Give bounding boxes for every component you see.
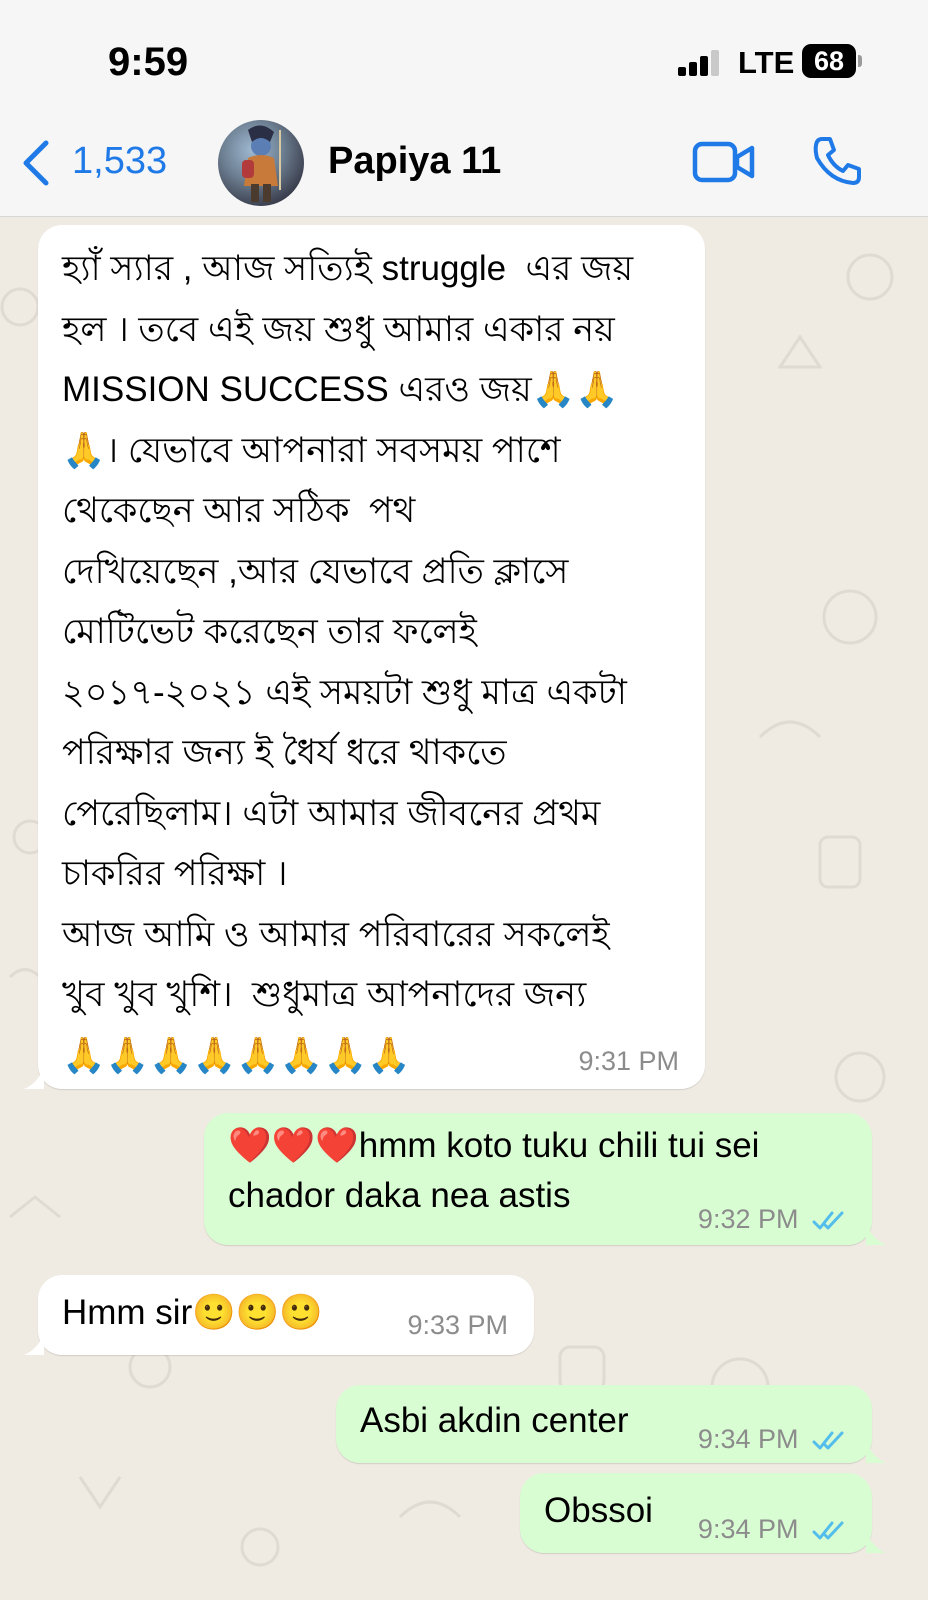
- read-receipt-icon: [812, 1431, 844, 1450]
- message-text: Obssoi: [544, 1491, 653, 1530]
- battery-level: 68: [813, 46, 845, 76]
- incoming-message-bubble[interactable]: Hmm sir🙂🙂🙂 9:33 PM: [24, 1275, 534, 1355]
- voice-call-icon[interactable]: [810, 134, 864, 188]
- outgoing-message-bubble[interactable]: Obssoi 9:34 PM: [520, 1473, 886, 1553]
- bubble-tail: [866, 1531, 886, 1553]
- message-time: 9:32 PM: [697, 1204, 799, 1234]
- outgoing-message-bubble[interactable]: Asbi akdin center 9:34 PM: [336, 1385, 886, 1463]
- battery-icon: 68: [802, 44, 862, 78]
- bubble-tail: [866, 1441, 886, 1463]
- chat-area[interactable]: হ্যাঁ স্যার , আজ সত্যিই struggle এর জয় …: [0, 217, 928, 1600]
- bubble-tail: [24, 1067, 44, 1089]
- bubble-tail: [24, 1333, 44, 1355]
- message-text: Asbi akdin center: [360, 1401, 629, 1440]
- avatar-figure-icon: [242, 125, 281, 202]
- message-time: 9:34 PM: [697, 1424, 799, 1454]
- read-receipt-icon: [812, 1521, 844, 1540]
- status-time: 9:59: [108, 40, 189, 84]
- contact-avatar[interactable]: [218, 120, 304, 206]
- video-call-icon[interactable]: [692, 140, 756, 184]
- chat-header: 1,533 Papiya 11: [0, 112, 928, 217]
- message-time-with-status: 9:34 PM: [698, 1424, 848, 1455]
- message-time-with-status: 9:32 PM: [698, 1204, 848, 1235]
- signal-bars-icon: [678, 50, 719, 76]
- back-chevron-icon[interactable]: [18, 138, 78, 188]
- bubble-tail: [866, 1223, 886, 1245]
- message-time: 9:33 PM: [407, 1310, 508, 1340]
- back-button-unread-count[interactable]: 1,533: [72, 140, 167, 183]
- network-type: LTE: [738, 45, 795, 80]
- message-time-with-status: 9:34 PM: [698, 1514, 848, 1545]
- outgoing-message-bubble[interactable]: ❤️❤️❤️hmm koto tuku chili tui sei chador…: [204, 1113, 886, 1245]
- message-text: হ্যাঁ স্যার , আজ সত্যিই struggle এর জয় …: [62, 249, 634, 1075]
- message-time: 9:31 PM: [578, 1046, 679, 1076]
- incoming-message-bubble[interactable]: হ্যাঁ স্যার , আজ সত্যিই struggle এর জয় …: [24, 225, 705, 1089]
- read-receipt-icon: [812, 1211, 844, 1230]
- message-text: Hmm sir🙂🙂🙂: [62, 1293, 323, 1332]
- contact-name[interactable]: Papiya 11: [328, 140, 501, 183]
- message-time: 9:34 PM: [697, 1514, 799, 1544]
- status-bar: 9:59 LTE 68: [0, 0, 928, 112]
